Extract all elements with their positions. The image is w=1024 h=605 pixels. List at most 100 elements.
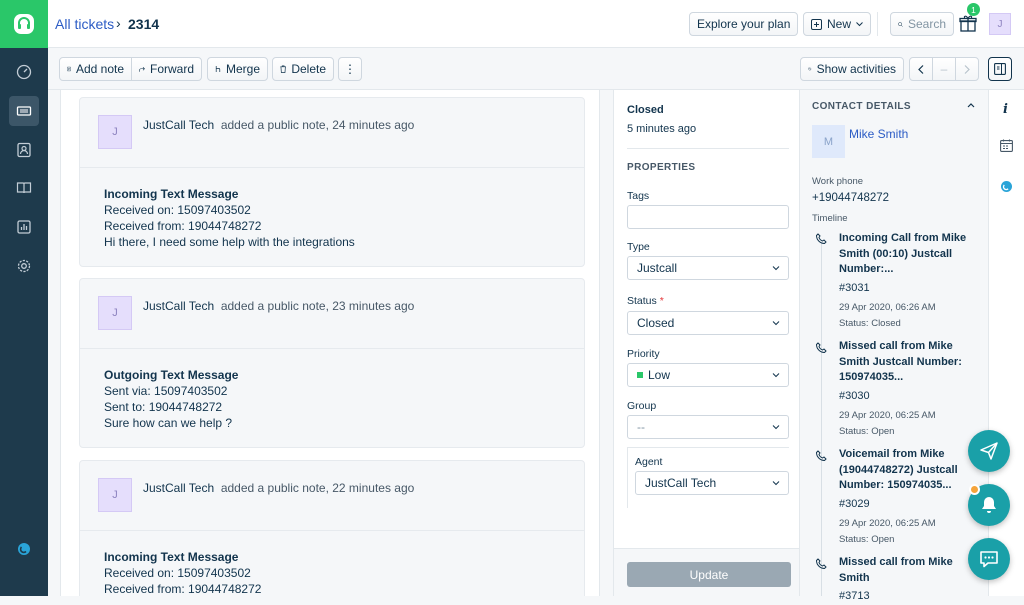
- gift-icon[interactable]: [959, 14, 977, 35]
- timeline-ticket: #3030: [839, 389, 870, 402]
- add-note-button[interactable]: Add note: [59, 57, 132, 81]
- more-label: ⋮: [344, 62, 356, 76]
- merge-icon: [215, 66, 221, 72]
- required-marker: *: [659, 295, 664, 307]
- send-icon: [980, 442, 998, 460]
- note-line: Sent via: 15097403502: [104, 384, 228, 398]
- priority-select[interactable]: Low: [627, 363, 789, 387]
- timeline-title: Missed call from Mike Smith: [839, 556, 953, 584]
- agent-select[interactable]: JustCall Tech: [635, 471, 789, 495]
- timeline-item[interactable]: Missed call from Mike Smith #3713: [839, 555, 979, 605]
- timeline-label: Timeline: [812, 213, 848, 224]
- contacts-icon[interactable]: [9, 135, 39, 165]
- type-value: Justcall: [637, 261, 678, 275]
- tickets-icon[interactable]: [9, 96, 39, 126]
- chat-fab[interactable]: [968, 538, 1010, 580]
- chevron-down-icon: [856, 21, 863, 26]
- trash-icon: [280, 65, 286, 73]
- timeline-title: Voicemail from Mike (19044748272) Justca…: [839, 448, 958, 491]
- delete-label: Delete: [291, 62, 326, 76]
- note-action: added a public note, 24 minutes ago: [220, 118, 415, 132]
- note-author[interactable]: JustCall Tech: [143, 299, 214, 313]
- group-value: --: [637, 420, 645, 434]
- forward-button[interactable]: Forward: [131, 57, 202, 81]
- timeline-status: Status: Closed: [839, 318, 901, 329]
- tags-input[interactable]: [627, 205, 789, 229]
- left-navigation: [0, 0, 48, 596]
- timeline-status: Status: Open: [839, 426, 895, 437]
- send-message-fab[interactable]: [968, 430, 1010, 472]
- timeline-line: [821, 240, 822, 596]
- group-label: Group: [627, 400, 657, 412]
- timeline-ticket: #3031: [839, 281, 870, 294]
- reports-icon[interactable]: [9, 212, 39, 242]
- plus-square-icon: [811, 18, 822, 30]
- app-logo[interactable]: [0, 0, 48, 48]
- history-icon: [808, 67, 812, 71]
- chevron-down-icon: [772, 481, 780, 486]
- ticket-pager-middle: –: [932, 57, 956, 81]
- previous-ticket-button[interactable]: [909, 57, 933, 81]
- gift-badge: 1: [967, 3, 980, 16]
- delete-button[interactable]: Delete: [272, 57, 334, 81]
- timeline-item[interactable]: Missed call from Mike Smith Justcall Num…: [839, 339, 979, 440]
- show-activities-button[interactable]: Show activities: [800, 57, 904, 81]
- status-label: Status *: [627, 295, 664, 307]
- group-select[interactable]: --: [627, 415, 789, 439]
- timeline-time: 29 Apr 2020, 06:25 AM: [839, 518, 936, 529]
- calendar-icon[interactable]: [1000, 139, 1013, 152]
- notification-dot: [969, 484, 980, 495]
- priority-value: Low: [648, 368, 671, 382]
- next-ticket-button[interactable]: [955, 57, 979, 81]
- contact-heading: CONTACT DETAILS: [812, 101, 911, 112]
- search-button[interactable]: Search: [890, 12, 954, 36]
- pager-dash-icon: –: [940, 62, 948, 76]
- show-activities-label: Show activities: [816, 62, 896, 76]
- chevron-up-icon[interactable]: [967, 102, 975, 108]
- forward-label: Forward: [149, 62, 194, 76]
- timeline-item[interactable]: Incoming Call from Mike Smith (00:10) Ju…: [839, 231, 979, 332]
- phone-icon: [816, 558, 827, 569]
- phone-icon: [816, 233, 827, 244]
- properties-panel: Closed 5 minutes ago PROPERTIES Tags Typ…: [613, 90, 800, 596]
- contact-name[interactable]: Mike Smith: [849, 127, 908, 141]
- note-action: added a public note, 22 minutes ago: [220, 481, 415, 495]
- phone-icon: [816, 450, 827, 461]
- user-avatar[interactable]: J: [989, 13, 1011, 35]
- type-label: Type: [627, 241, 650, 253]
- note-line: Hi there, I need some help with the inte…: [104, 235, 355, 249]
- note-line: Sure how can we help ?: [104, 416, 233, 430]
- merge-button[interactable]: Merge: [207, 57, 268, 81]
- agent-label: Agent: [635, 456, 663, 468]
- toggle-sidebar-button[interactable]: [988, 57, 1012, 81]
- new-button[interactable]: New: [803, 12, 872, 36]
- dashboard-icon[interactable]: [9, 57, 39, 87]
- info-icon[interactable]: i: [1003, 102, 1008, 117]
- tags-label: Tags: [627, 190, 650, 202]
- knowledge-base-icon[interactable]: [9, 173, 39, 203]
- breadcrumb-all-tickets[interactable]: All tickets: [55, 16, 114, 32]
- priority-label: Priority: [627, 348, 660, 360]
- explore-plan-button[interactable]: Explore your plan: [689, 12, 799, 36]
- timeline-item[interactable]: Voicemail from Mike (19044748272) Justca…: [839, 447, 979, 548]
- chevron-down-icon: [772, 266, 780, 271]
- note-body: Outgoing Text Message Sent via: 15097403…: [104, 367, 238, 431]
- divider: [877, 12, 878, 36]
- note-author[interactable]: JustCall Tech: [143, 118, 214, 132]
- justcall-icon[interactable]: [1000, 180, 1013, 193]
- settings-icon[interactable]: [9, 251, 39, 281]
- timeline-title: Incoming Call from Mike Smith (00:10) Ju…: [839, 232, 967, 275]
- note-body: Incoming Text Message Received on: 15097…: [104, 186, 355, 250]
- note-icon: [67, 66, 71, 72]
- chevron-down-icon: [772, 321, 780, 326]
- more-actions-button[interactable]: ⋮: [338, 57, 362, 81]
- justcall-app-icon[interactable]: [9, 534, 39, 564]
- note-author[interactable]: JustCall Tech: [143, 481, 214, 495]
- type-select[interactable]: Justcall: [627, 256, 789, 280]
- status-select[interactable]: Closed: [627, 311, 789, 335]
- note-header: J JustCall Tech added a public note, 23 …: [80, 279, 584, 349]
- conversation-pane: J JustCall Tech added a public note, 24 …: [60, 90, 600, 596]
- chevron-down-icon: [772, 425, 780, 430]
- note-title: Incoming Text Message: [104, 187, 239, 201]
- update-button[interactable]: Update: [627, 562, 791, 587]
